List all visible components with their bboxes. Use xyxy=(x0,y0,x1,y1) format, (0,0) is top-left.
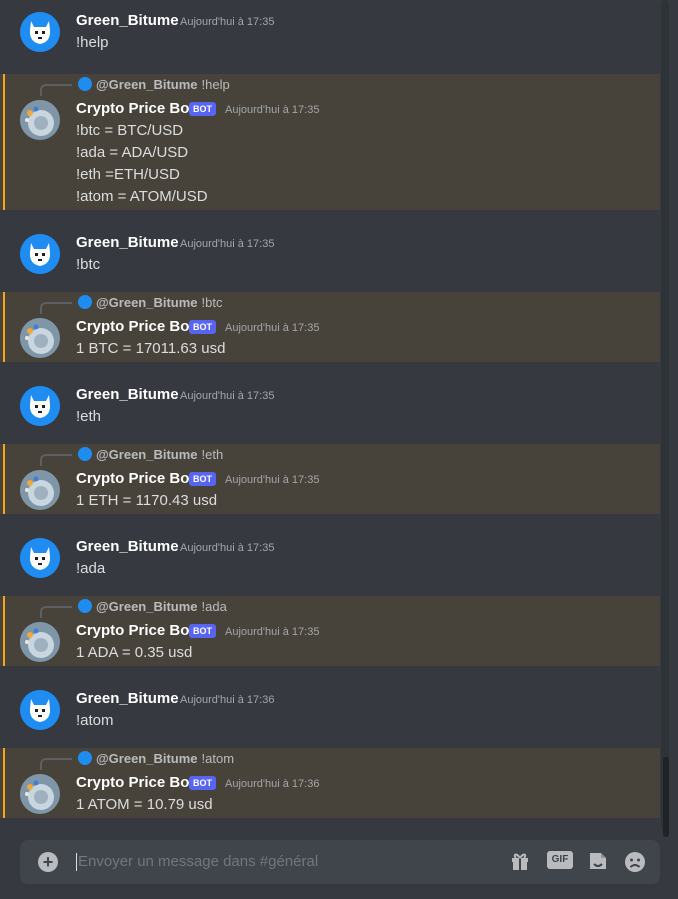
message-text: 1 ATOM = 10.79 usd xyxy=(76,796,213,813)
reply-username[interactable]: @Green_Bitume xyxy=(96,751,198,766)
reply-reference[interactable]: @Green_Bitume !btc xyxy=(78,295,223,310)
message-text: !atom = ATOM/USD xyxy=(76,188,208,205)
user-message: Green_Bitume Aujourd'hui à 17:35 !ada xyxy=(0,526,660,586)
reply-avatar-icon xyxy=(78,295,92,309)
username[interactable]: Green_Bitume xyxy=(76,386,179,403)
message-timestamp[interactable]: Aujourd'hui à 17:35 xyxy=(225,104,319,116)
avatar[interactable] xyxy=(20,690,60,730)
username[interactable]: Green_Bitume xyxy=(76,234,179,251)
reply-username[interactable]: @Green_Bitume xyxy=(96,599,198,614)
message-text: !btc xyxy=(76,256,101,273)
reply-reference[interactable]: @Green_Bitume !help xyxy=(78,77,230,92)
reply-avatar-icon xyxy=(78,77,92,91)
reply-reference[interactable]: @Green_Bitume !eth xyxy=(78,447,223,462)
reply-reference[interactable]: @Green_Bitume !atom xyxy=(78,751,234,766)
message-text: !atom xyxy=(76,712,114,729)
message-timestamp[interactable]: Aujourd'hui à 17:35 xyxy=(225,474,319,486)
avatar[interactable] xyxy=(20,100,60,140)
username[interactable]: Green_Bitume xyxy=(76,690,179,707)
reply-content[interactable]: !help xyxy=(202,77,230,92)
reply-reference[interactable]: @Green_Bitume !ada xyxy=(78,599,227,614)
reply-spine xyxy=(40,606,72,618)
username[interactable]: Crypto Price Bot xyxy=(76,100,194,117)
message-text: 1 ETH = 1170.43 usd xyxy=(76,492,218,509)
reply-spine xyxy=(40,84,72,96)
reply-content[interactable]: !btc xyxy=(202,295,223,310)
username[interactable]: Green_Bitume xyxy=(76,538,179,555)
bot-message: @Green_Bitume !ada Crypto Price Bot BOT Aujo… xyxy=(0,596,660,666)
message-timestamp[interactable]: Aujourd'hui à 17:36 xyxy=(225,778,319,790)
avatar[interactable] xyxy=(20,318,60,358)
reply-content[interactable]: !atom xyxy=(202,751,235,766)
bot-badge: BOT xyxy=(189,102,216,116)
message-input[interactable]: Envoyer un message dans #général xyxy=(78,853,318,870)
avatar[interactable] xyxy=(20,774,60,814)
message-timestamp[interactable]: Aujourd'hui à 17:35 xyxy=(180,390,274,402)
reply-spine xyxy=(40,302,72,314)
username[interactable]: Crypto Price Bot xyxy=(76,318,194,335)
bot-message: @Green_Bitume !eth Crypto Price Bot BOT Aujo… xyxy=(0,444,660,514)
bot-badge: BOT xyxy=(189,472,216,486)
avatar[interactable] xyxy=(20,386,60,426)
message-text: !eth =ETH/USD xyxy=(76,166,180,183)
reply-username[interactable]: @Green_Bitume xyxy=(96,77,198,92)
bot-message: @Green_Bitume !btc Crypto Price Bot BOT Aujo… xyxy=(0,292,660,362)
bot-message: @Green_Bitume !help Crypto Price Bot BOT Auj… xyxy=(0,74,660,210)
avatar[interactable] xyxy=(20,12,60,52)
reply-content[interactable]: !eth xyxy=(202,447,224,462)
text-caret xyxy=(76,853,77,871)
message-list: Green_Bitume Aujourd'hui à 17:35 !help @Gre… xyxy=(0,0,660,830)
gif-icon[interactable]: GIF xyxy=(547,851,573,869)
reply-avatar-icon xyxy=(78,599,92,613)
username[interactable]: Crypto Price Bot xyxy=(76,470,194,487)
message-timestamp[interactable]: Aujourd'hui à 17:35 xyxy=(225,322,319,334)
message-text: !btc = BTC/USD xyxy=(76,122,184,139)
sticker-icon[interactable] xyxy=(587,850,609,878)
message-text: 1 BTC = 17011.63 usd xyxy=(76,340,226,357)
message-timestamp[interactable]: Aujourd'hui à 17:36 xyxy=(180,694,274,706)
username[interactable]: Crypto Price Bot xyxy=(76,622,194,639)
message-composer[interactable]: + Envoyer un message dans #général GIF xyxy=(20,840,660,884)
user-message: Green_Bitume Aujourd'hui à 17:35 !eth xyxy=(0,374,660,434)
message-text: !ada = ADA/USD xyxy=(76,144,189,161)
avatar[interactable] xyxy=(20,470,60,510)
message-text: !eth xyxy=(76,408,102,425)
message-timestamp[interactable]: Aujourd'hui à 17:35 xyxy=(180,542,274,554)
avatar[interactable] xyxy=(20,622,60,662)
bot-badge: BOT xyxy=(189,624,216,638)
user-message: Green_Bitume Aujourd'hui à 17:36 !atom xyxy=(0,678,660,738)
bot-badge: BOT xyxy=(189,320,216,334)
reply-username[interactable]: @Green_Bitume xyxy=(96,447,198,462)
message-timestamp[interactable]: Aujourd'hui à 17:35 xyxy=(225,626,319,638)
username[interactable]: Green_Bitume xyxy=(76,12,179,29)
reply-avatar-icon xyxy=(78,447,92,461)
bot-badge: BOT xyxy=(189,776,216,790)
reply-spine xyxy=(40,454,72,466)
message-timestamp[interactable]: Aujourd'hui à 17:35 xyxy=(180,16,274,28)
reply-username[interactable]: @Green_Bitume xyxy=(96,295,198,310)
gift-icon[interactable] xyxy=(509,850,531,878)
message-text: 1 ADA = 0.35 usd xyxy=(76,644,193,661)
scrollbar-thumb[interactable] xyxy=(663,757,669,837)
reply-content[interactable]: !ada xyxy=(202,599,227,614)
avatar[interactable] xyxy=(20,538,60,578)
username[interactable]: Crypto Price Bot xyxy=(76,774,194,791)
reply-avatar-icon xyxy=(78,751,92,765)
message-text: !ada xyxy=(76,560,106,577)
add-icon[interactable]: + xyxy=(38,852,58,872)
avatar[interactable] xyxy=(20,234,60,274)
bot-message: @Green_Bitume !atom Crypto Price Bot BOT Auj… xyxy=(0,748,660,818)
user-message: Green_Bitume Aujourd'hui à 17:35 !help xyxy=(0,0,660,66)
user-message: Green_Bitume Aujourd'hui à 17:35 !btc xyxy=(0,222,660,282)
message-text: !help xyxy=(76,34,109,51)
message-timestamp[interactable]: Aujourd'hui à 17:35 xyxy=(180,238,274,250)
scrollbar-track[interactable] xyxy=(661,0,669,830)
reply-spine xyxy=(40,758,72,770)
emoji-icon[interactable] xyxy=(623,850,647,880)
